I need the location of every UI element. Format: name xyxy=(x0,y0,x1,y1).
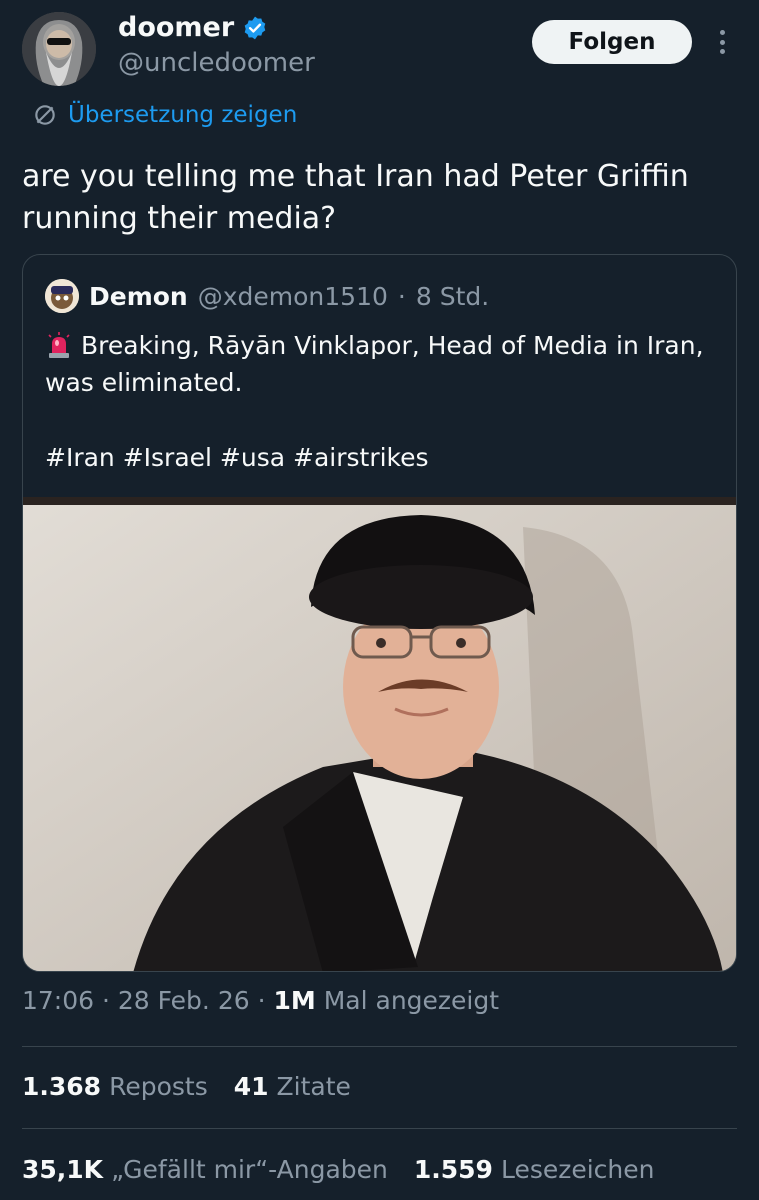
follow-button[interactable]: Folgen xyxy=(532,20,692,64)
quoted-tweet-text: Breaking, Rāyān Vinklapor, Head of Media… xyxy=(45,327,715,401)
quotes-count: 41 xyxy=(233,1072,269,1101)
views-label: Mal angezeigt xyxy=(323,986,500,1015)
likes-count: 35,1K xyxy=(22,1155,104,1184)
tweet-time[interactable]: 17:06 xyxy=(22,986,94,1015)
tweet-meta: 17:06 · 28 Feb. 26 · 1M Mal angezeigt xyxy=(22,986,499,1015)
bookmarks-stat[interactable]: 1.559 Lesezeichen xyxy=(414,1155,655,1184)
reposts-count: 1.368 xyxy=(22,1072,102,1101)
translate-label: Übersetzung zeigen xyxy=(68,102,298,128)
tweet-page: doomer @uncledoomer Folgen Übersetzung z… xyxy=(0,0,759,1200)
quoted-tweet-card[interactable]: Demon @xdemon1510 · 8 Std. Breaking, Rāy… xyxy=(22,254,737,972)
more-options-icon[interactable] xyxy=(712,26,732,58)
views-count: 1M xyxy=(273,986,316,1015)
author-name-text: doomer xyxy=(118,12,235,43)
likes-label: „Gefällt mir“-Angaben xyxy=(111,1155,388,1184)
stats-row-1: 1.368 Reposts 41 Zitate xyxy=(22,1072,351,1101)
author-handle[interactable]: @uncledoomer xyxy=(118,48,315,78)
verified-badge-icon xyxy=(244,16,266,39)
quotes-label: Zitate xyxy=(276,1072,351,1101)
meta-separator: · xyxy=(102,986,110,1015)
tweet-text: are you telling me that Iran had Peter G… xyxy=(22,159,689,236)
show-translation-link[interactable]: Übersetzung zeigen xyxy=(32,102,297,128)
quoted-photo[interactable] xyxy=(23,497,736,971)
quoted-tweet-header: Demon @xdemon1510 · 8 Std. xyxy=(45,279,489,313)
author-display-name[interactable]: doomer xyxy=(118,12,268,43)
quoted-author-name[interactable]: Demon xyxy=(89,282,188,311)
tweet-date[interactable]: 28 Feb. 26 xyxy=(118,986,250,1015)
meta-separator: · xyxy=(257,986,266,1015)
bookmarks-count: 1.559 xyxy=(413,1155,493,1184)
bookmarks-label: Lesezeichen xyxy=(500,1155,655,1184)
likes-stat[interactable]: 35,1K „Gefällt mir“-Angaben xyxy=(22,1155,388,1184)
siren-icon xyxy=(48,332,70,358)
translate-icon xyxy=(35,105,55,125)
reposts-stat[interactable]: 1.368 Reposts xyxy=(22,1072,208,1101)
quoted-timestamp[interactable]: 8 Std. xyxy=(416,282,489,311)
reposts-label: Reposts xyxy=(109,1072,208,1101)
divider xyxy=(22,1128,737,1129)
quoted-separator: · xyxy=(397,281,406,311)
quoted-author-handle[interactable]: @xdemon1510 xyxy=(198,282,388,311)
quoted-hashtags[interactable]: #Iran #Israel #usa #airstrikes xyxy=(45,443,429,472)
avatar[interactable] xyxy=(22,12,96,86)
quoted-avatar[interactable] xyxy=(45,279,79,313)
quoted-text-body: Breaking, Rāyān Vinklapor, Head of Media… xyxy=(45,331,704,397)
stats-row-2: 35,1K „Gefällt mir“-Angaben 1.559 Lesezeic… xyxy=(22,1155,655,1184)
quotes-stat[interactable]: 41 Zitate xyxy=(234,1072,351,1101)
divider xyxy=(22,1046,737,1047)
